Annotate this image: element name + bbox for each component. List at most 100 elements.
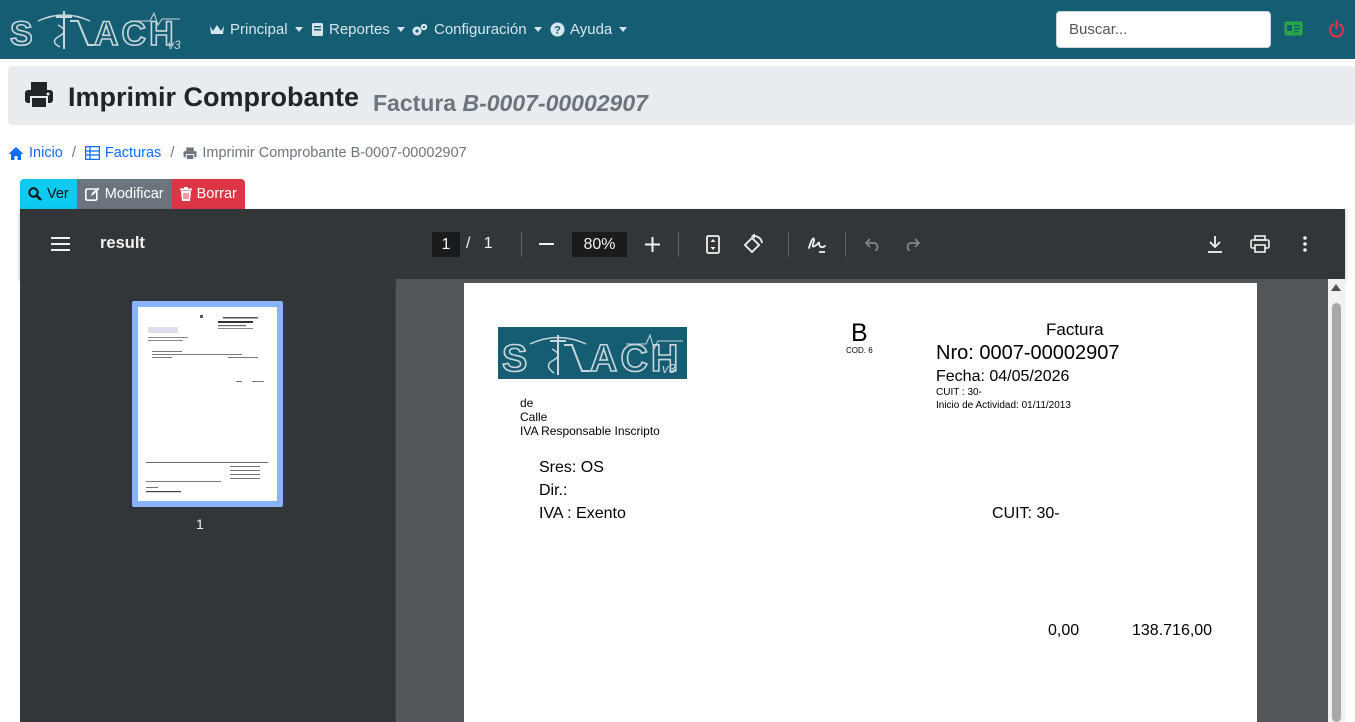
zoom-in-icon[interactable] (645, 237, 660, 252)
invoice-cod: COD. 6 (846, 346, 873, 355)
breadcrumb-separator: / (71, 145, 76, 161)
zoom-out-icon[interactable] (539, 243, 554, 245)
company-line-2: Calle (520, 410, 548, 424)
breadcrumb-home[interactable]: Inicio (8, 145, 63, 161)
company-iva: IVA Responsable Inscripto (520, 424, 660, 438)
nav-reportes-label: Reportes (329, 20, 390, 38)
breadcrumb-current-label: Imprimir Comprobante B-0007-00002907 (202, 145, 467, 161)
company-line-1: de (520, 396, 534, 410)
download-icon[interactable] (1207, 235, 1223, 253)
delete-button-label: Borrar (196, 186, 237, 202)
users-icon (210, 25, 224, 34)
cogs-icon (412, 23, 428, 35)
power-off-icon[interactable] (1328, 20, 1345, 38)
thumbnail-sidebar: 1 (20, 279, 396, 722)
delete-button[interactable]: Borrar (171, 179, 245, 209)
invoice-type: Factura (1046, 320, 1104, 339)
thumbnail-page-number: 1 (196, 516, 204, 532)
redo-icon[interactable] (904, 237, 920, 251)
client-iva: IVA : Exento (539, 505, 626, 522)
breadcrumb: Inicio / Facturas / Imprimir Comprobante… (8, 143, 467, 163)
invoice-amount-2: 138.716,00 (1132, 622, 1213, 639)
nav-principal[interactable]: Principal (209, 19, 303, 39)
nav-reportes[interactable]: Reportes (311, 19, 405, 39)
nav-principal-label: Principal (230, 20, 288, 38)
page-separator: / (466, 235, 471, 252)
document-scrollbar[interactable] (1328, 279, 1345, 722)
thumbnail-preview (146, 315, 268, 493)
nav-configuracion-label: Configuración (434, 20, 527, 38)
client-address: Dir.: (539, 482, 568, 499)
svg-text:S: S (10, 15, 37, 51)
svg-text:v3: v3 (662, 361, 677, 376)
home-icon (8, 146, 24, 160)
page-title: Imprimir Comprobante (68, 82, 360, 112)
toolbar-divider (521, 232, 522, 257)
pdf-viewer: result 1 / 1 80% 1 S ACH v3 B COD. 6 Fac… (20, 209, 1345, 722)
breadcrumb-current: Imprimir Comprobante B-0007-00002907 (183, 145, 467, 161)
toolbar-divider (678, 232, 679, 257)
book-icon (312, 22, 323, 36)
search-icon (28, 187, 42, 201)
edit-button-label: Modificar (104, 186, 164, 202)
page-total: / 1 (466, 235, 493, 253)
breadcrumb-facturas-link[interactable]: Facturas (105, 145, 161, 161)
subtitle-doc-type: Factura (373, 90, 457, 116)
id-card-icon[interactable] (1284, 21, 1303, 36)
chevron-down-icon (396, 26, 405, 32)
question-circle-icon: ? (550, 22, 565, 36)
print-icon (25, 82, 53, 109)
svg-text:ACH: ACH (94, 15, 177, 51)
svg-text:S: S (502, 338, 531, 379)
undo-icon[interactable] (865, 237, 881, 251)
client-name: Sres: OS (539, 459, 604, 476)
invoice-amount-1: 0,00 (1048, 622, 1080, 639)
pdf-toolbar: result 1 / 1 80% (20, 209, 1345, 279)
table-list-icon (84, 146, 100, 160)
more-options-icon[interactable] (1303, 236, 1307, 252)
page-thumbnail[interactable] (132, 301, 283, 507)
page-header: Imprimir Comprobante Factura B-0007-0000… (8, 66, 1355, 125)
invoice-cuit: CUIT : 30- (936, 387, 982, 398)
pdf-title: result (100, 234, 145, 252)
invoice-letter: B (851, 319, 868, 347)
subtitle-doc-number: B-0007-00002907 (462, 90, 648, 116)
menu-icon[interactable] (51, 237, 70, 251)
invoice-logo: S ACH v3 (498, 327, 687, 381)
search-input[interactable] (1056, 11, 1271, 48)
action-buttons: Ver Modificar Borrar (20, 179, 245, 209)
view-button[interactable]: Ver (20, 179, 77, 209)
breadcrumb-facturas[interactable]: Facturas (84, 145, 161, 161)
client-cuit: CUIT: 30- (992, 505, 1060, 522)
invoice-date: Fecha: 04/05/2026 (936, 368, 1070, 385)
brand-logo[interactable]: S ACH v3 (9, 9, 185, 54)
scrollbar-thumb[interactable] (1332, 303, 1341, 722)
fit-page-icon[interactable] (706, 235, 720, 254)
scroll-up-arrow-icon[interactable] (1331, 284, 1341, 291)
view-button-label: Ver (47, 186, 69, 202)
edit-button[interactable]: Modificar (76, 179, 172, 209)
print-icon[interactable] (1250, 235, 1270, 253)
nav-configuracion[interactable]: Configuración (411, 19, 542, 39)
page-number-input[interactable]: 1 (432, 232, 460, 257)
annotate-icon[interactable] (807, 234, 827, 254)
svg-text:?: ? (554, 24, 561, 36)
rotate-icon[interactable] (742, 233, 764, 255)
thumbnail-page (138, 307, 277, 501)
document-area: S ACH v3 B COD. 6 Factura Nro: 0007-0000… (397, 279, 1345, 722)
chevron-down-icon (294, 26, 303, 32)
pdf-page: S ACH v3 B COD. 6 Factura Nro: 0007-0000… (464, 283, 1257, 722)
breadcrumb-home-link[interactable]: Inicio (29, 145, 63, 161)
chevron-down-icon (619, 26, 628, 32)
nav-ayuda-label: Ayuda (570, 20, 613, 38)
trash-icon (179, 187, 192, 201)
toolbar-divider (845, 232, 846, 257)
edit-icon (84, 187, 100, 201)
breadcrumb-separator: / (170, 145, 175, 161)
zoom-input[interactable]: 80% (572, 232, 627, 257)
svg-text:v3: v3 (168, 38, 181, 51)
chevron-down-icon (533, 26, 542, 32)
print-icon (183, 146, 197, 160)
nav-ayuda[interactable]: ? Ayuda (550, 19, 628, 39)
invoice-activity-start: Inicio de Actividad: 01/11/2013 (936, 400, 1071, 411)
